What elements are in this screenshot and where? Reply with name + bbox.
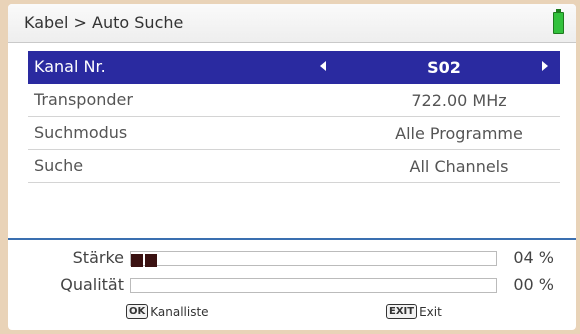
section-divider bbox=[8, 238, 576, 240]
exit-key-icon: EXIT bbox=[386, 304, 418, 319]
row-suche[interactable]: Suche All Channels bbox=[28, 150, 560, 183]
row-kanal-nr[interactable]: Kanal Nr. S02 bbox=[28, 51, 560, 84]
strength-percent: 04 % bbox=[513, 248, 554, 267]
strength-label: Stärke bbox=[72, 248, 124, 267]
row-label: Suchmodus bbox=[34, 123, 128, 142]
quality-bar bbox=[130, 278, 497, 293]
row-transponder[interactable]: Transponder 722.00 MHz bbox=[28, 84, 560, 117]
arrow-left-icon[interactable] bbox=[320, 61, 326, 71]
strength-meter: Stärke 04 % bbox=[8, 247, 576, 269]
quality-percent: 00 % bbox=[513, 275, 554, 294]
kanalliste-label: Kanalliste bbox=[150, 304, 209, 319]
row-label: Kanal Nr. bbox=[34, 57, 106, 76]
row-value: S02 bbox=[427, 58, 461, 77]
row-value: All Channels bbox=[409, 157, 509, 176]
exit-label: Exit bbox=[419, 304, 442, 319]
row-value: Alle Programme bbox=[395, 124, 523, 143]
battery-full-icon bbox=[553, 9, 564, 34]
row-label: Transponder bbox=[34, 90, 133, 109]
strength-bar-fill bbox=[131, 252, 159, 267]
row-label: Suche bbox=[34, 156, 84, 175]
footer-keys: OK Kanalliste EXIT Exit bbox=[8, 304, 576, 326]
tv-menu-screen: Kabel > Auto Suche Kanal Nr. S02 Transpo… bbox=[8, 4, 576, 330]
header-bar: Kabel > Auto Suche bbox=[8, 4, 576, 43]
arrow-right-icon[interactable] bbox=[542, 61, 548, 71]
settings-list: Kanal Nr. S02 Transponder 722.00 MHz Suc… bbox=[28, 51, 560, 183]
strength-bar bbox=[130, 251, 497, 267]
row-suchmodus[interactable]: Suchmodus Alle Programme bbox=[28, 117, 560, 150]
row-value: 722.00 MHz bbox=[411, 91, 507, 110]
kanalliste-key[interactable]: OK Kanalliste bbox=[126, 304, 209, 319]
quality-meter: Qualität 00 % bbox=[8, 274, 576, 296]
breadcrumb-title: Kabel > Auto Suche bbox=[24, 13, 184, 32]
exit-key[interactable]: EXIT Exit bbox=[386, 304, 442, 319]
ok-key-icon: OK bbox=[126, 304, 149, 319]
quality-label: Qualität bbox=[60, 275, 124, 294]
